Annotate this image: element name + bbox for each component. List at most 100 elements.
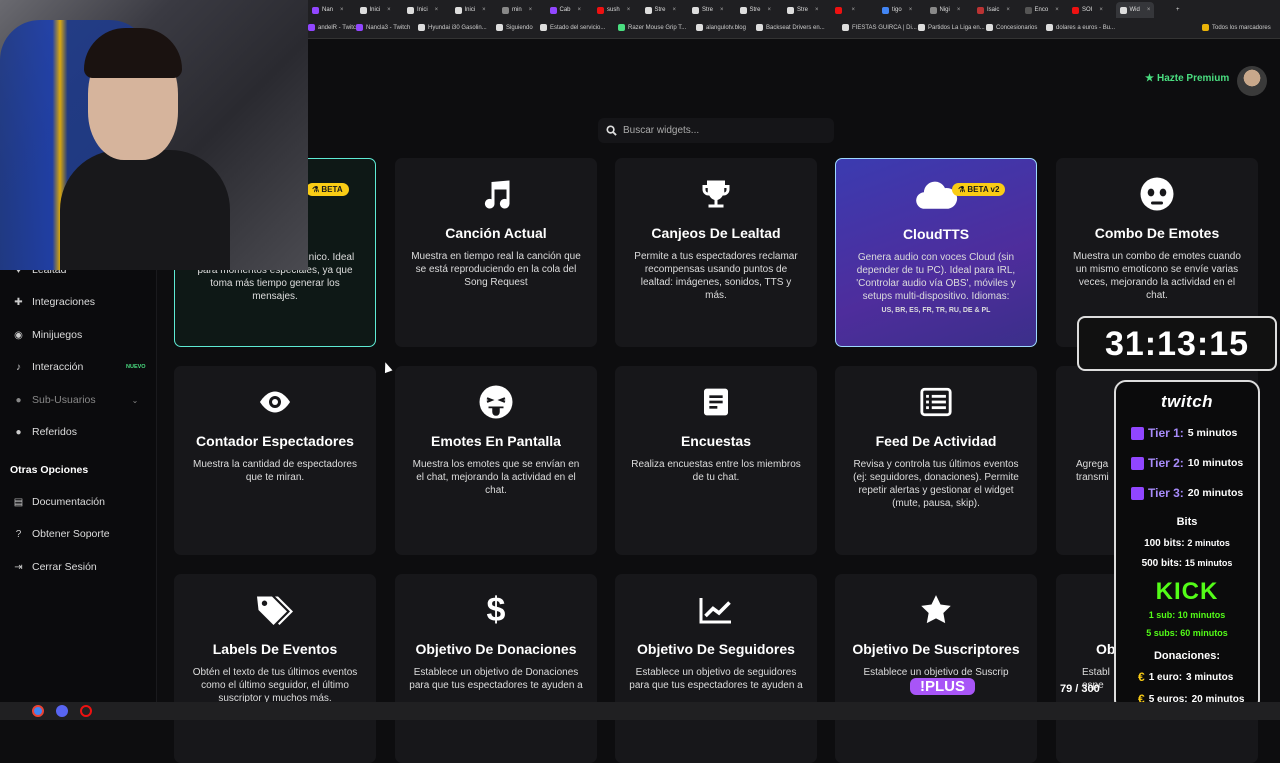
widget-card-feed-actividad[interactable]: Feed De Actividad Revisa y controla tus … — [835, 366, 1037, 555]
premium-button[interactable]: ★ Hazte Premium — [1145, 73, 1229, 84]
browser-tab[interactable]: SOI × — [1068, 2, 1107, 18]
close-icon[interactable]: × — [387, 7, 391, 13]
obs-icon[interactable] — [80, 705, 92, 717]
tags-icon — [174, 592, 376, 628]
close-icon[interactable]: × — [482, 7, 486, 13]
card-description: Establece un objetivo de Donaciones para… — [409, 667, 583, 691]
sidebar-item-referidos[interactable]: ● Referidos — [13, 424, 76, 440]
close-icon[interactable]: × — [720, 7, 724, 13]
browser-tab[interactable]: Stre × — [736, 2, 776, 18]
browser-tab[interactable]: Wid × — [1115, 2, 1155, 18]
bookmark-link[interactable]: Concesionarios — [986, 24, 1037, 31]
bookmark-link[interactable]: dolares a euros - Bu... — [1046, 24, 1115, 31]
close-icon[interactable]: × — [435, 7, 439, 13]
browser-tab[interactable]: Inici × — [356, 2, 395, 18]
close-icon[interactable]: × — [578, 7, 582, 13]
search-placeholder: Buscar widgets... — [623, 125, 700, 136]
widget-card-objetivo-suscriptores[interactable]: Objetivo De Suscriptores Establece un ob… — [835, 574, 1037, 763]
browser-tab[interactable]: Isaic × — [973, 2, 1014, 18]
poll-icon — [615, 384, 817, 420]
close-icon[interactable]: × — [815, 7, 819, 13]
discord-icon[interactable] — [56, 705, 68, 717]
browser-tab[interactable]: Stre × — [783, 2, 823, 18]
twitch-icon — [1131, 426, 1144, 440]
sidebar-item-cerrar-sesion[interactable]: ⇥ Cerrar Sesión — [13, 559, 96, 575]
kick-sub-5: 5 subs: 60 minutos — [1146, 628, 1228, 638]
tab-favicon — [407, 6, 414, 14]
close-icon[interactable]: × — [1055, 7, 1059, 13]
widget-card-contador[interactable]: Contador Espectadores Muestra la cantida… — [174, 366, 376, 555]
bits-row-500: 500 bits: 15 minutos — [1141, 558, 1233, 569]
tab-favicon — [644, 6, 652, 14]
browser-tab[interactable]: sush × — [593, 2, 634, 18]
close-icon[interactable]: × — [909, 7, 913, 13]
card-description: Realiza encuestas entre los miembros de … — [631, 459, 801, 483]
close-icon[interactable]: × — [340, 7, 344, 13]
widget-card-emotes-pantalla[interactable]: Emotes En Pantalla Muestra los emotes qu… — [395, 366, 597, 555]
chrome-icon[interactable] — [32, 705, 44, 717]
browser-tab[interactable]: tigo × — [878, 2, 916, 18]
tongue-emoji-icon — [395, 384, 597, 420]
sidebar-item-interaccion[interactable]: ♪ Interacción — [13, 359, 83, 375]
bookmark-link[interactable]: Estado del servicio... — [540, 24, 605, 31]
close-icon[interactable]: × — [1099, 7, 1103, 13]
close-icon[interactable]: × — [627, 7, 631, 13]
card-description: Permite a tus espectadores reclamar reco… — [634, 251, 798, 301]
close-icon[interactable]: × — [852, 7, 856, 13]
close-icon[interactable]: × — [957, 7, 961, 13]
tab-favicon — [454, 6, 462, 14]
close-icon[interactable]: × — [529, 7, 533, 13]
bookmark-favicon — [696, 24, 703, 31]
bookmark-link[interactable]: Nancla3 - Twitch — [356, 24, 410, 31]
widget-card-cancion-actual[interactable]: Canción Actual Muestra en tiempo real la… — [395, 158, 597, 347]
tab-favicon — [502, 6, 509, 14]
tab-label: SOI — [1082, 7, 1093, 13]
browser-tab[interactable]: Cab × — [546, 2, 586, 18]
close-icon[interactable]: × — [768, 7, 772, 13]
bookmark-link[interactable]: andelR - Twitch — [308, 24, 359, 31]
search-input[interactable]: Buscar widgets... — [598, 118, 834, 143]
tab-label: Enco — [1034, 7, 1049, 13]
browser-tab[interactable]: Inici × — [403, 2, 442, 18]
sidebar-item-sub-usuarios[interactable]: ● Sub-Usuarios ⌄ — [13, 392, 138, 408]
sidebar-item-minijuegos[interactable]: ◉ Minijuegos — [13, 327, 82, 343]
browser-tab[interactable]: Enco × — [1021, 2, 1063, 18]
tab-favicon — [1072, 6, 1079, 14]
bookmark-link[interactable]: Razer Mouse Grip T... — [618, 24, 686, 31]
close-icon[interactable]: × — [673, 7, 677, 13]
bookmark-link[interactable]: Backseat Drivers en... — [756, 24, 825, 31]
tab-favicon — [312, 6, 319, 14]
widget-card-cloudtts[interactable]: CloudTTS Genera audio con voces Cloud (s… — [835, 158, 1037, 347]
sidebar-item-integraciones[interactable]: ✚ Integraciones — [13, 294, 95, 310]
browser-tab[interactable]: × — [831, 2, 860, 18]
tab-label: Isaic — [987, 7, 1000, 13]
widget-card-objetivo-seguidores[interactable]: Objetivo De Seguidores Establece un obje… — [615, 574, 817, 763]
widget-card-labels[interactable]: Labels De Eventos Obtén el texto de tus … — [174, 574, 376, 763]
twitch-icon — [1131, 486, 1144, 500]
tab-favicon — [882, 6, 889, 14]
browser-tab[interactable]: min × — [498, 2, 536, 18]
bookmark-link[interactable]: FIESTAS GUIRCA | Di... — [842, 24, 917, 31]
sidebar-item-documentacion[interactable]: ▤ Documentación — [13, 494, 105, 510]
bookmark-favicon — [1202, 24, 1209, 31]
close-icon[interactable]: × — [1006, 7, 1010, 13]
bookmark-link[interactable]: Partidos La Liga en... — [918, 24, 985, 31]
bookmark-link[interactable]: Siguiendo — [496, 24, 533, 31]
close-icon[interactable]: × — [1147, 7, 1151, 13]
bookmark-link[interactable]: Todos los marcadores — [1202, 24, 1271, 31]
browser-tab[interactable]: Inici × — [451, 2, 490, 18]
browser-tab[interactable]: Nigi × — [926, 2, 965, 18]
avatar[interactable] — [1237, 66, 1267, 96]
bookmark-link[interactable]: alangulotv.blog — [696, 24, 746, 31]
bookmark-link[interactable]: Hyundai i30 Gasolin... — [418, 24, 487, 31]
browser-tab[interactable]: Stre × — [688, 2, 728, 18]
bookmark-favicon — [308, 24, 315, 31]
widget-card-objetivo-donaciones[interactable]: $ Objetivo De Donaciones Establece un ob… — [395, 574, 597, 763]
browser-tab[interactable]: Stre × — [641, 2, 681, 18]
widget-card-canjeos[interactable]: Canjeos De Lealtad Permite a tus especta… — [615, 158, 817, 347]
sidebar-item-soporte[interactable]: ? Obtener Soporte — [13, 526, 110, 542]
tab-label: tigo — [892, 7, 902, 13]
widget-card-encuestas[interactable]: Encuestas Realiza encuestas entre los mi… — [615, 366, 817, 555]
browser-tab[interactable]: Nan × — [308, 2, 348, 18]
new-tab-button[interactable]: + — [1172, 2, 1184, 18]
